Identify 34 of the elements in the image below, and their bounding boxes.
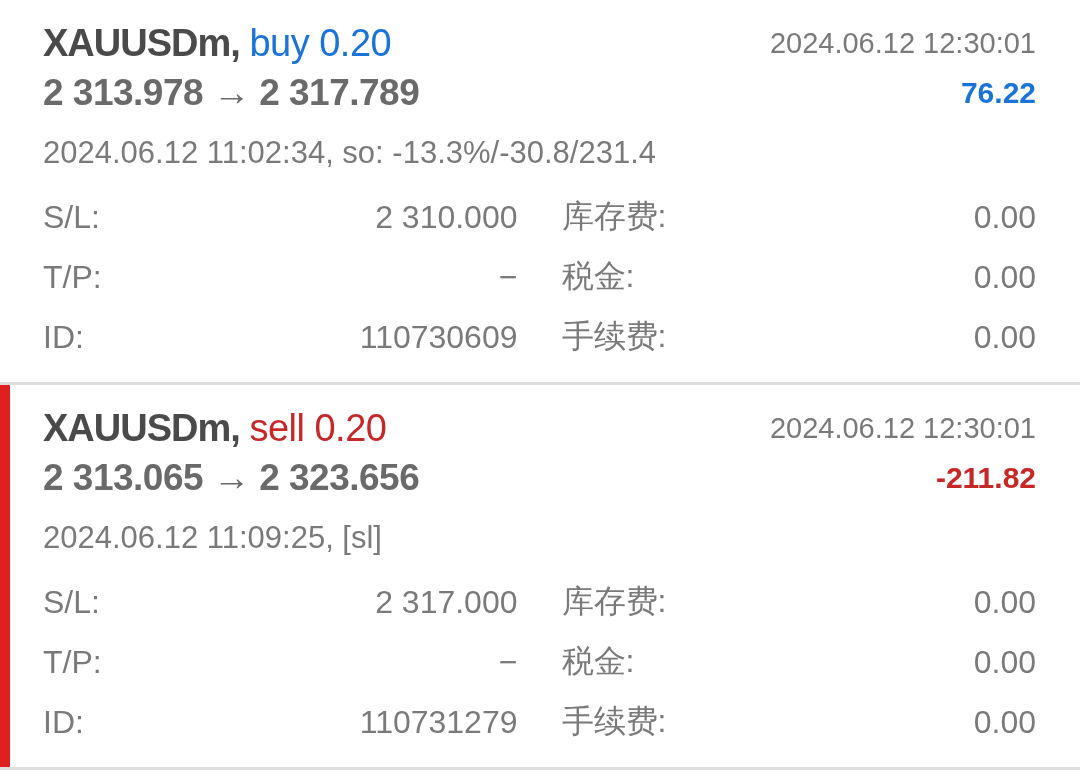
field-value: 110730609 [359, 318, 518, 356]
field-value: 2 317.000 [375, 583, 518, 621]
field-value: 2 310.000 [375, 198, 518, 236]
field-value: 0.00 [973, 583, 1036, 621]
field-value: 0.00 [973, 258, 1036, 296]
trade-title: XAUUSDm, sell 0.20 [43, 406, 387, 450]
field-label: S/L: [43, 198, 100, 236]
field-value: 0.00 [973, 198, 1036, 236]
field-label: ID: [43, 318, 84, 356]
trade-title: XAUUSDm, buy 0.20 [43, 21, 392, 65]
field-label: 手续费: [561, 702, 667, 741]
field-value: − [498, 258, 518, 296]
field-label: 库存费: [561, 197, 667, 236]
price-range: 2 313.978 → 2 317.789 [43, 72, 420, 114]
field-value: 0.00 [973, 318, 1036, 356]
order-comment: 2024.06.12 11:09:25, [sl] [43, 518, 383, 557]
close-time: 2024.06.12 12:30:01 [769, 26, 1036, 60]
field-label: 库存费: [561, 582, 667, 621]
field-label: T/P: [43, 643, 102, 681]
field-value: 110731279 [359, 703, 518, 741]
field-label: 税金: [561, 257, 635, 296]
field-label: S/L: [43, 583, 100, 621]
field-value: − [498, 643, 518, 681]
order-comment: 2024.06.12 11:02:34, so: -13.3%/-30.8/231.4 [43, 133, 657, 172]
profit-value: 76.22 [960, 76, 1036, 110]
field-value: 0.00 [973, 643, 1036, 681]
field-label: 税金: [561, 642, 635, 681]
field-label: ID: [43, 703, 84, 741]
price-range: 2 313.065 → 2 323.656 [43, 457, 420, 499]
field-label: 手续费: [561, 317, 667, 356]
profit-value: -211.82 [935, 461, 1036, 495]
field-label: T/P: [43, 258, 102, 296]
field-value: 0.00 [973, 703, 1036, 741]
close-time: 2024.06.12 12:30:01 [769, 411, 1036, 445]
